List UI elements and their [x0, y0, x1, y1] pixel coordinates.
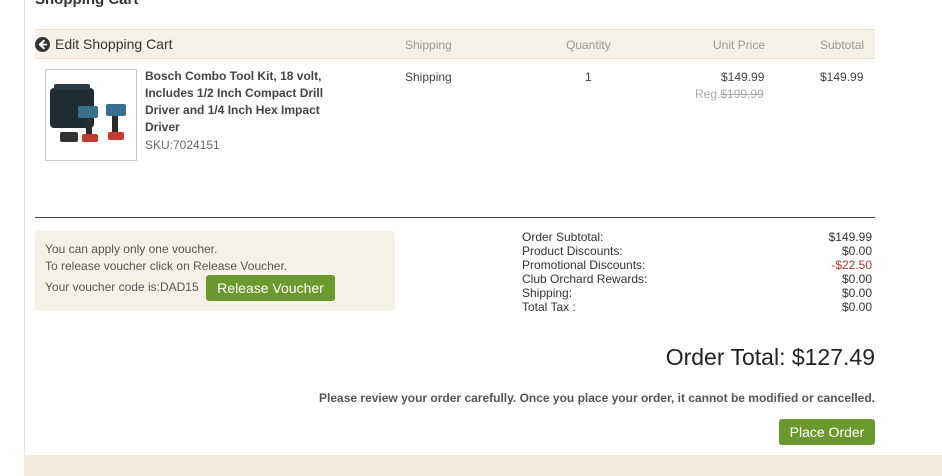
summary-label: Total Tax : — [522, 300, 576, 314]
item-unit-price: $149.99 — [721, 70, 765, 84]
item-shipping: Shipping — [405, 70, 452, 84]
cart-divider — [35, 217, 875, 218]
voucher-code: Your voucher code is:DAD15 — [45, 280, 199, 294]
col-header-quantity: Quantity — [566, 38, 611, 52]
product-thumbnail[interactable] — [45, 69, 137, 161]
summary-value: $0.00 — [841, 286, 872, 300]
summary-value: $149.99 — [828, 230, 872, 244]
item-subtotal: $149.99 — [820, 70, 864, 84]
voucher-info-line-1: You can apply only one voucher. — [45, 242, 218, 256]
content-left-border — [24, 0, 25, 455]
item-quantity: 1 — [585, 70, 592, 84]
product-sku: SKU:7024151 — [145, 138, 220, 152]
summary-value: -$22.50 — [831, 258, 872, 272]
voucher-panel: You can apply only one voucher. To relea… — [35, 231, 395, 311]
voucher-info-line-2: To release voucher click on Release Vouc… — [45, 259, 288, 273]
summary-value: $0.00 — [841, 272, 872, 286]
summary-value: $0.00 — [841, 244, 872, 258]
regular-price-value: $199.99 — [720, 87, 764, 101]
review-notice: Please review your order carefully. Once… — [319, 391, 875, 405]
edit-shopping-cart-label: Edit Shopping Cart — [55, 36, 173, 52]
back-arrow-icon — [35, 36, 50, 52]
summary-label: Order Subtotal: — [522, 230, 604, 244]
summary-label: Shipping: — [522, 286, 573, 300]
regular-price-label: Reg. — [695, 87, 721, 101]
summary-value: $0.00 — [841, 300, 872, 314]
summary-label: Promotional Discounts: — [522, 258, 646, 272]
summary-label: Product Discounts: — [522, 244, 623, 258]
col-header-unit-price: Unit Price — [713, 38, 766, 52]
summary-label: Club Orchard Rewards: — [522, 272, 648, 286]
footer-band — [24, 455, 942, 476]
page-title: Shopping Cart — [35, 0, 138, 8]
col-header-shipping: Shipping — [405, 38, 452, 52]
cart-header: Edit Shopping Cart Shipping Quantity Uni… — [35, 29, 875, 59]
product-name-link[interactable]: Bosch Combo Tool Kit, 18 volt, Includes … — [145, 68, 325, 136]
col-header-subtotal: Subtotal — [820, 38, 865, 52]
edit-shopping-cart-link[interactable]: Edit Shopping Cart — [35, 36, 173, 52]
order-total: Order Total: $127.49 — [665, 344, 875, 370]
item-regular-price: Reg.$199.99 — [695, 87, 764, 101]
release-voucher-button[interactable]: Release Voucher — [206, 275, 335, 301]
place-order-button[interactable]: Place Order — [779, 419, 875, 445]
tool-kit-image-icon — [50, 84, 126, 142]
